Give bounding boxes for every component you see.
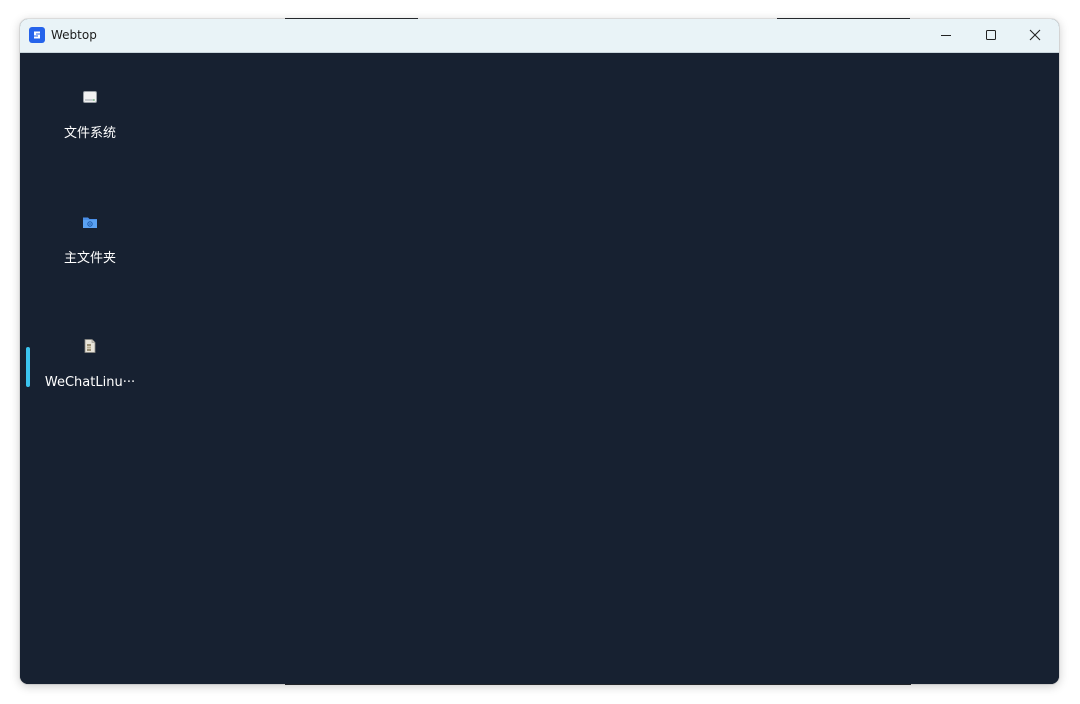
selection-indicator bbox=[26, 347, 30, 387]
maximize-button[interactable] bbox=[969, 19, 1013, 52]
minimize-icon bbox=[941, 35, 951, 36]
close-button[interactable] bbox=[1013, 19, 1057, 52]
webtop-window: Webtop 文件系统 主文件夹 WeChatLinu··· bbox=[20, 19, 1059, 684]
desktop-item-label: WeChatLinu··· bbox=[44, 375, 136, 390]
close-icon bbox=[1029, 29, 1041, 41]
webtop-logo-icon bbox=[29, 27, 45, 43]
window-title: Webtop bbox=[51, 28, 97, 42]
minimize-button[interactable] bbox=[924, 19, 968, 52]
desktop-item-label: 主文件夹 bbox=[63, 251, 116, 266]
desktop-item-home[interactable]: 主文件夹 bbox=[40, 214, 140, 294]
desktop-area[interactable]: 文件系统 主文件夹 WeChatLinu··· bbox=[20, 53, 1059, 684]
backdrop-window-edge bbox=[285, 684, 911, 685]
title-bar[interactable]: Webtop bbox=[20, 19, 1059, 53]
desktop-item-filesystem[interactable]: 文件系统 bbox=[40, 89, 140, 169]
home-folder-icon bbox=[82, 214, 98, 230]
archive-file-icon bbox=[82, 338, 98, 354]
drive-icon bbox=[82, 89, 98, 105]
desktop-item-label: 文件系统 bbox=[63, 126, 116, 141]
desktop-item-wechat-archive[interactable]: WeChatLinu··· bbox=[40, 338, 140, 418]
maximize-icon bbox=[986, 30, 996, 40]
